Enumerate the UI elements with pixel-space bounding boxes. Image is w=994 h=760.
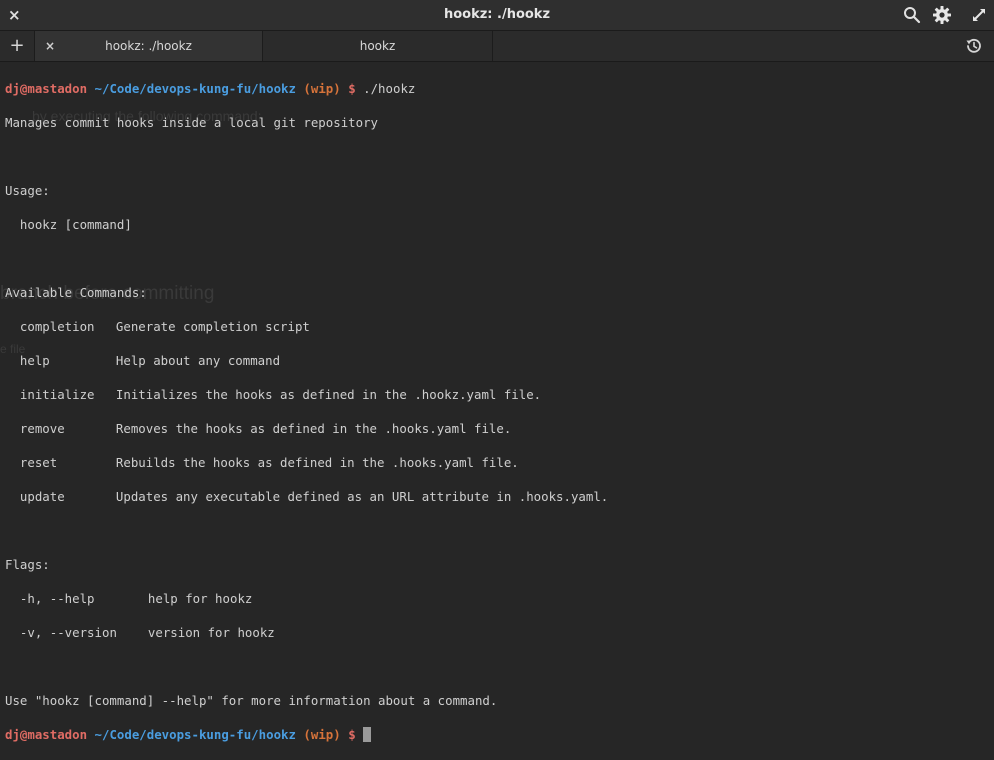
maximize-icon[interactable] (969, 5, 989, 25)
tab-label: hookz (360, 39, 396, 53)
command-name: help (20, 352, 116, 369)
command-row: helpHelp about any command (5, 352, 994, 369)
description-line: Manages commit hooks inside a local git … (5, 114, 994, 131)
command-desc: Updates any executable defined as an URL… (116, 489, 608, 504)
flag-row: -h, --helphelp for hookz (5, 590, 994, 607)
prompt-line: dj@mastadon ~/Code/devops-kung-fu/hookz … (5, 80, 994, 97)
usage-header: Usage: (5, 182, 994, 199)
command-row: initializeInitializes the hooks as defin… (5, 386, 994, 403)
search-icon[interactable] (902, 5, 922, 25)
command-desc: Removes the hooks as defined in the .hoo… (116, 421, 511, 436)
title-bar: × hookz: ./hookz (0, 0, 994, 31)
command-row: completionGenerate completion script (5, 318, 994, 335)
flag-desc: version for hookz (148, 625, 275, 640)
flag-desc: help for hookz (148, 591, 252, 606)
tab-hookz[interactable]: hookz (263, 31, 493, 61)
window-title: hookz: ./hookz (0, 7, 994, 22)
command-name: initialize (20, 386, 116, 403)
history-icon[interactable] (965, 37, 983, 55)
command-name: update (20, 488, 116, 505)
command-row: removeRemoves the hooks as defined in th… (5, 420, 994, 437)
prompt-path: ~/Code/devops-kung-fu/hookz (95, 81, 296, 96)
command-text: ./hookz (363, 81, 415, 96)
prompt-branch: (wip) (303, 81, 340, 96)
prompt-symbol: $ (348, 727, 355, 742)
close-tab-icon[interactable]: × (45, 31, 55, 61)
command-row: updateUpdates any executable defined as … (5, 488, 994, 505)
command-desc: Rebuilds the hooks as defined in the .ho… (116, 455, 519, 470)
new-tab-button[interactable]: + (0, 31, 35, 61)
gear-icon[interactable] (932, 5, 952, 25)
usage-line: hookz [command] (5, 216, 994, 233)
terminal-output[interactable]: dj@mastadon ~/Code/devops-kung-fu/hookz … (5, 63, 994, 451)
flag-name: -h, --help (20, 590, 148, 607)
command-name: completion (20, 318, 116, 335)
prompt-line: dj@mastadon ~/Code/devops-kung-fu/hookz … (5, 726, 994, 743)
prompt-path: ~/Code/devops-kung-fu/hookz (95, 727, 296, 742)
prompt-user: dj@mastadon (5, 81, 87, 96)
flag-row: -v, --versionversion for hookz (5, 624, 994, 641)
command-row: resetRebuilds the hooks as defined in th… (5, 454, 994, 471)
command-desc: Generate completion script (116, 319, 310, 334)
command-desc: Initializes the hooks as defined in the … (116, 387, 541, 402)
command-name: reset (20, 454, 116, 471)
prompt-user: dj@mastadon (5, 727, 87, 742)
tab-bar: + × hookz: ./hookz hookz (0, 31, 994, 62)
prompt-symbol: $ (348, 81, 355, 96)
terminal-cursor (363, 727, 371, 742)
tab-hookz-active[interactable]: × hookz: ./hookz (35, 31, 263, 61)
tab-label: hookz: ./hookz (105, 39, 192, 53)
commands-header: Available Commands: (5, 284, 994, 301)
flag-name: -v, --version (20, 624, 148, 641)
command-name: remove (20, 420, 116, 437)
command-desc: Help about any command (116, 353, 280, 368)
flags-header: Flags: (5, 556, 994, 573)
footer-line: Use "hookz [command] --help" for more in… (5, 692, 994, 709)
prompt-branch: (wip) (303, 727, 340, 742)
